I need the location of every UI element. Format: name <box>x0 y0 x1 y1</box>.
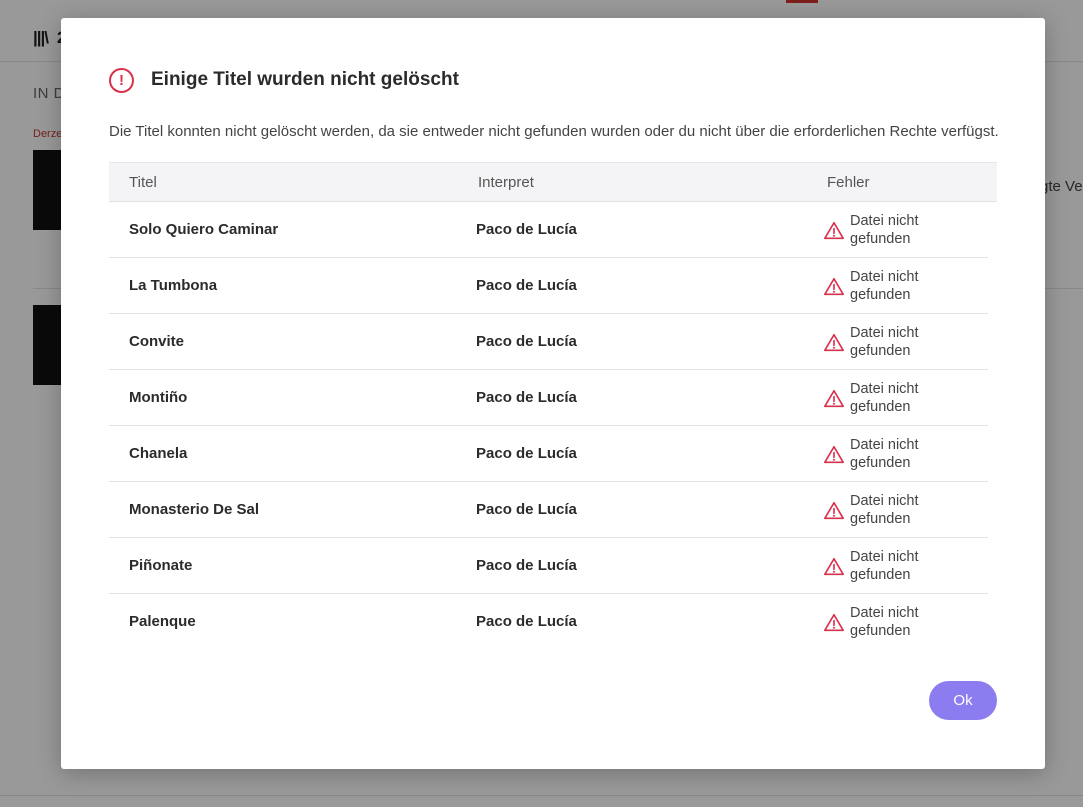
error-cell: Datei nicht gefunden <box>823 212 950 248</box>
warning-triangle-icon <box>824 389 844 408</box>
track-title: Piñonate <box>129 557 193 574</box>
table-row: Monasterio De Sal Paco de Lucía Datei ni… <box>109 482 988 538</box>
error-text: Datei nicht gefunden <box>850 437 919 471</box>
track-title: Montiño <box>129 389 188 406</box>
error-cell: Datei nicht gefunden <box>823 492 950 528</box>
track-artist: Paco de Lucía <box>476 333 577 350</box>
error-cell: Datei nicht gefunden <box>823 548 950 584</box>
track-artist: Paco de Lucía <box>476 501 577 518</box>
table-body: Solo Quiero Caminar Paco de Lucía Datei … <box>109 202 997 650</box>
warning-triangle-icon <box>824 613 844 632</box>
error-text: Datei nicht gefunden <box>850 325 919 359</box>
track-artist: Paco de Lucía <box>476 445 577 462</box>
track-artist: Paco de Lucía <box>476 389 577 406</box>
track-artist: Paco de Lucía <box>476 277 577 294</box>
error-cell: Datei nicht gefunden <box>823 268 950 304</box>
track-artist: Paco de Lucía <box>476 613 577 630</box>
warning-triangle-icon <box>824 277 844 296</box>
track-title: Solo Quiero Caminar <box>129 221 279 238</box>
error-text: Datei nicht gefunden <box>850 605 919 639</box>
error-cell: Datei nicht gefunden <box>823 380 950 416</box>
warning-triangle-icon <box>824 221 844 240</box>
warning-triangle-icon <box>824 557 844 576</box>
table-row: Palenque Paco de Lucía Datei nicht gefun… <box>109 594 988 650</box>
failed-tracks-table: Titel Interpret Fehler Solo Quiero Camin… <box>109 162 997 650</box>
error-text: Datei nicht gefunden <box>850 493 919 527</box>
track-title: Palenque <box>129 613 196 630</box>
track-artist: Paco de Lucía <box>476 221 577 238</box>
table-row: Chanela Paco de Lucía Datei nicht gefund… <box>109 426 988 482</box>
track-title: La Tumbona <box>129 277 218 294</box>
error-text: Datei nicht gefunden <box>850 269 919 303</box>
warning-triangle-icon <box>824 333 844 352</box>
column-header-title: Titel <box>129 173 157 191</box>
table-row: Piñonate Paco de Lucía Datei nicht gefun… <box>109 538 988 594</box>
error-cell: Datei nicht gefunden <box>823 324 950 360</box>
table-row: Montiño Paco de Lucía Datei nicht gefund… <box>109 370 988 426</box>
ok-button[interactable]: Ok <box>929 681 997 720</box>
table-row: Solo Quiero Caminar Paco de Lucía Datei … <box>109 202 988 258</box>
column-header-error: Fehler <box>827 173 870 191</box>
dialog-header: ! Einige Titel wurden nicht gelöscht <box>109 66 459 94</box>
error-dialog: ! Einige Titel wurden nicht gelöscht Die… <box>61 18 1045 769</box>
track-artist: Paco de Lucía <box>476 557 577 574</box>
warning-triangle-icon <box>824 445 844 464</box>
error-text: Datei nicht gefunden <box>850 549 919 583</box>
warning-triangle-icon <box>824 501 844 520</box>
column-header-artist: Interpret <box>478 173 534 191</box>
error-text: Datei nicht gefunden <box>850 381 919 415</box>
alert-circle-icon: ! <box>109 67 134 93</box>
track-title: Monasterio De Sal <box>129 501 260 518</box>
error-text: Datei nicht gefunden <box>850 213 919 247</box>
dialog-title: Einige Titel wurden nicht gelöscht <box>151 69 459 90</box>
track-title: Chanela <box>129 445 188 462</box>
dialog-description: Die Titel konnten nicht gelöscht werden,… <box>109 123 999 140</box>
table-header: Titel Interpret Fehler <box>109 162 997 202</box>
error-cell: Datei nicht gefunden <box>823 604 950 640</box>
table-row: Convite Paco de Lucía Datei nicht gefund… <box>109 314 988 370</box>
table-row: La Tumbona Paco de Lucía Datei nicht gef… <box>109 258 988 314</box>
track-title: Convite <box>129 333 185 350</box>
error-cell: Datei nicht gefunden <box>823 436 950 472</box>
